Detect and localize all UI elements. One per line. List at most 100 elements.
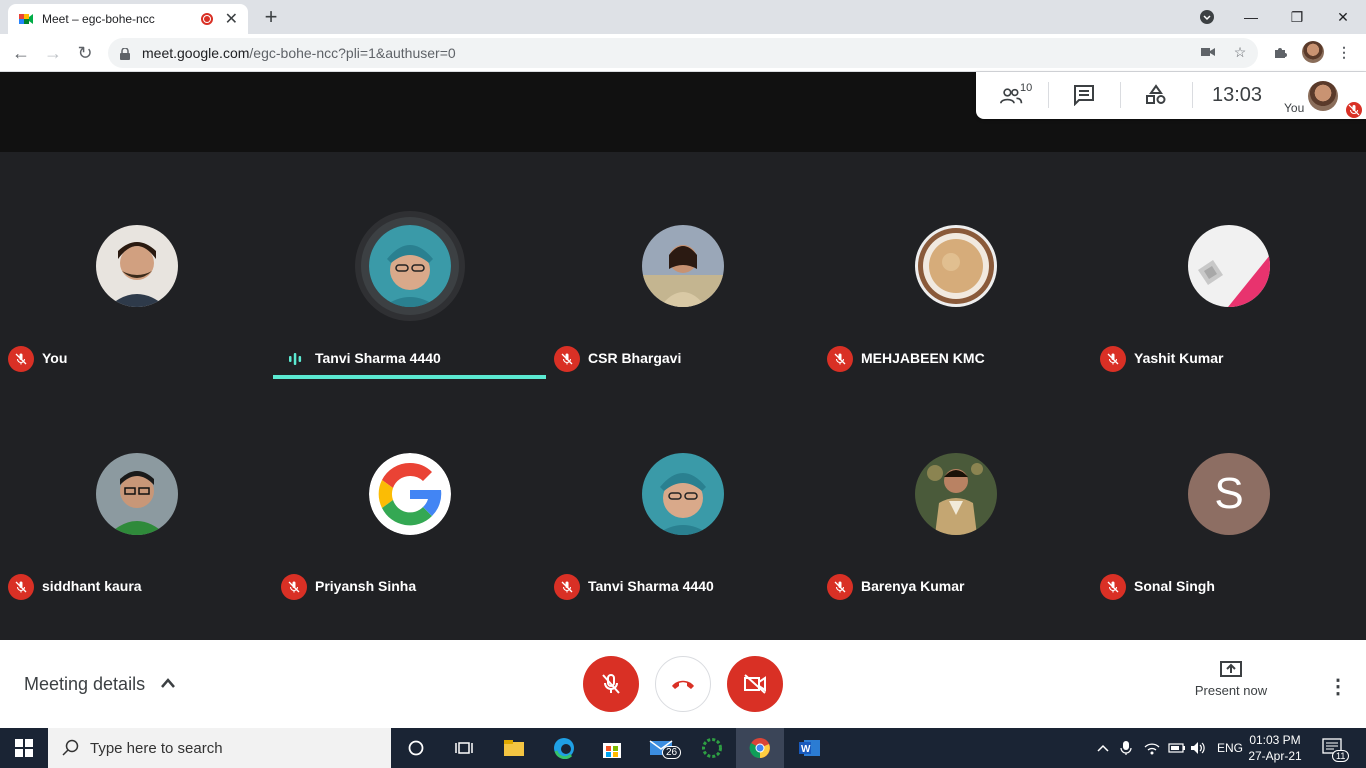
start-button[interactable] xyxy=(0,728,48,768)
mic-muted-icon xyxy=(554,346,580,372)
extensions-icon[interactable] xyxy=(1270,42,1290,62)
grid-bottom-strip xyxy=(0,608,1366,640)
address-bar[interactable]: meet.google.com/egc-bohe-ncc?pli=1&authu… xyxy=(108,38,1258,68)
input-language[interactable]: ENG xyxy=(1217,728,1243,768)
leave-call-button[interactable] xyxy=(655,656,711,712)
task-view-icon[interactable] xyxy=(440,728,488,768)
divider xyxy=(1192,82,1193,108)
close-tab-icon[interactable]: ✕ xyxy=(225,9,238,29)
participant-avatar: S xyxy=(1188,453,1270,535)
wifi-icon[interactable] xyxy=(1144,728,1160,768)
action-center-icon[interactable]: 11 xyxy=(1322,728,1350,768)
participant-tile[interactable]: Tanvi Sharma 4440 xyxy=(546,380,819,608)
self-muted-mic-icon xyxy=(1346,102,1362,118)
search-icon xyxy=(62,739,79,756)
close-window-button[interactable]: ✕ xyxy=(1320,0,1366,34)
microphone-tray-icon[interactable] xyxy=(1120,728,1132,768)
participant-tile[interactable]: siddhant kaura xyxy=(0,380,273,608)
edge-browser-icon[interactable] xyxy=(540,728,588,768)
participant-name: Tanvi Sharma 4440 xyxy=(315,350,441,366)
restore-button[interactable]: ❐ xyxy=(1274,0,1320,34)
present-now-label: Present now xyxy=(1194,683,1268,698)
back-button[interactable]: ← xyxy=(8,40,34,66)
lock-icon xyxy=(120,47,130,60)
battery-icon[interactable] xyxy=(1168,728,1186,768)
forward-button[interactable]: → xyxy=(40,40,66,66)
reload-button[interactable]: ↻ xyxy=(72,40,98,66)
hang-up-icon xyxy=(672,680,694,689)
present-now-button[interactable]: Present now xyxy=(1188,660,1274,698)
activities-icon[interactable] xyxy=(1142,82,1170,108)
mail-badge: 26 xyxy=(662,746,682,759)
participant-tile[interactable]: Tanvi Sharma 4440 xyxy=(273,152,546,380)
participant-avatar xyxy=(915,453,997,535)
participant-count: 10 xyxy=(1020,82,1033,94)
windows-logo-icon xyxy=(15,739,33,757)
participant-tile[interactable]: Priyansh Sinha xyxy=(273,380,546,608)
participant-name: You xyxy=(42,350,68,366)
chrome-menu-icon[interactable]: ⋮ xyxy=(1334,42,1354,62)
participant-tile[interactable]: You xyxy=(0,152,273,380)
profile-avatar[interactable] xyxy=(1302,41,1324,63)
participant-avatar xyxy=(642,453,724,535)
participant-tile[interactable]: CSR Bhargavi xyxy=(546,152,819,380)
camera-in-use-icon[interactable] xyxy=(1198,42,1218,62)
mic-muted-icon xyxy=(1100,346,1126,372)
browser-tab-strip: Meet – egc-bohe-ncc ✕ + — ❐ ✕ xyxy=(0,0,1366,34)
notification-badge: 11 xyxy=(1332,750,1350,762)
volume-icon[interactable] xyxy=(1190,728,1206,768)
svg-text:W: W xyxy=(801,744,811,755)
tab-title: Meet – egc-bohe-ncc xyxy=(42,12,155,26)
store-icon[interactable] xyxy=(588,728,636,768)
bookmark-star-icon[interactable]: ☆ xyxy=(1230,42,1250,62)
windows-taskbar: Type here to search 26 W ENG 01:03 PM 27… xyxy=(0,728,1366,768)
app-ring-icon[interactable] xyxy=(688,728,736,768)
chrome-icon[interactable] xyxy=(736,728,784,768)
participant-avatar xyxy=(369,225,451,307)
meeting-details-button[interactable]: Meeting details xyxy=(24,674,145,695)
active-speaker-bar xyxy=(273,375,546,379)
mic-muted-icon xyxy=(827,346,853,372)
search-placeholder: Type here to search xyxy=(90,739,223,757)
file-explorer-icon[interactable] xyxy=(490,728,538,768)
speaking-indicator-icon xyxy=(287,352,303,366)
participant-name: Yashit Kumar xyxy=(1134,350,1224,366)
participant-tile[interactable]: S Sonal Singh xyxy=(1092,380,1365,608)
mail-icon[interactable]: 26 xyxy=(638,728,686,768)
participant-avatar xyxy=(642,225,724,307)
chevron-up-icon[interactable] xyxy=(160,676,176,694)
participant-tile[interactable]: MEHJABEEN KMC xyxy=(819,152,1092,380)
mic-muted-icon xyxy=(827,574,853,600)
participant-name: siddhant kaura xyxy=(42,578,142,594)
participant-tile[interactable]: Barenya Kumar xyxy=(819,380,1092,608)
word-icon[interactable]: W xyxy=(786,728,834,768)
participant-name: Priyansh Sinha xyxy=(315,578,417,594)
present-screen-icon xyxy=(1220,661,1242,677)
mic-toggle-button[interactable] xyxy=(583,656,639,712)
show-hidden-icons[interactable] xyxy=(1096,728,1110,768)
camera-toggle-button[interactable] xyxy=(727,656,783,712)
chat-icon[interactable] xyxy=(1070,82,1098,108)
meet-favicon-icon xyxy=(18,11,34,27)
profile-dropdown-icon[interactable] xyxy=(1184,0,1230,34)
participant-tile[interactable]: Yashit Kumar xyxy=(1092,152,1365,380)
taskbar-search-box[interactable]: Type here to search xyxy=(48,728,391,768)
mic-muted-icon xyxy=(281,574,307,600)
participant-avatar xyxy=(1188,225,1270,307)
system-clock[interactable]: 01:03 PM 27-Apr-21 xyxy=(1248,732,1302,764)
self-label: You xyxy=(1284,101,1305,115)
new-tab-button[interactable]: + xyxy=(258,4,284,30)
clock-time: 01:03 PM xyxy=(1249,733,1301,747)
mic-muted-icon xyxy=(554,574,580,600)
participant-name: Barenya Kumar xyxy=(861,578,965,594)
browser-tab[interactable]: Meet – egc-bohe-ncc ✕ xyxy=(8,4,248,34)
cortana-icon[interactable] xyxy=(392,728,440,768)
more-options-icon[interactable]: ⋮ xyxy=(1328,674,1348,699)
browser-toolbar: ← → ↻ meet.google.com/egc-bohe-ncc?pli=1… xyxy=(0,34,1366,72)
participant-name: CSR Bhargavi xyxy=(588,350,682,366)
minimize-button[interactable]: — xyxy=(1228,0,1274,34)
participant-avatar xyxy=(96,453,178,535)
self-avatar[interactable] xyxy=(1308,81,1338,111)
meeting-clock: 13:03 xyxy=(1212,84,1263,106)
divider xyxy=(1120,82,1121,108)
